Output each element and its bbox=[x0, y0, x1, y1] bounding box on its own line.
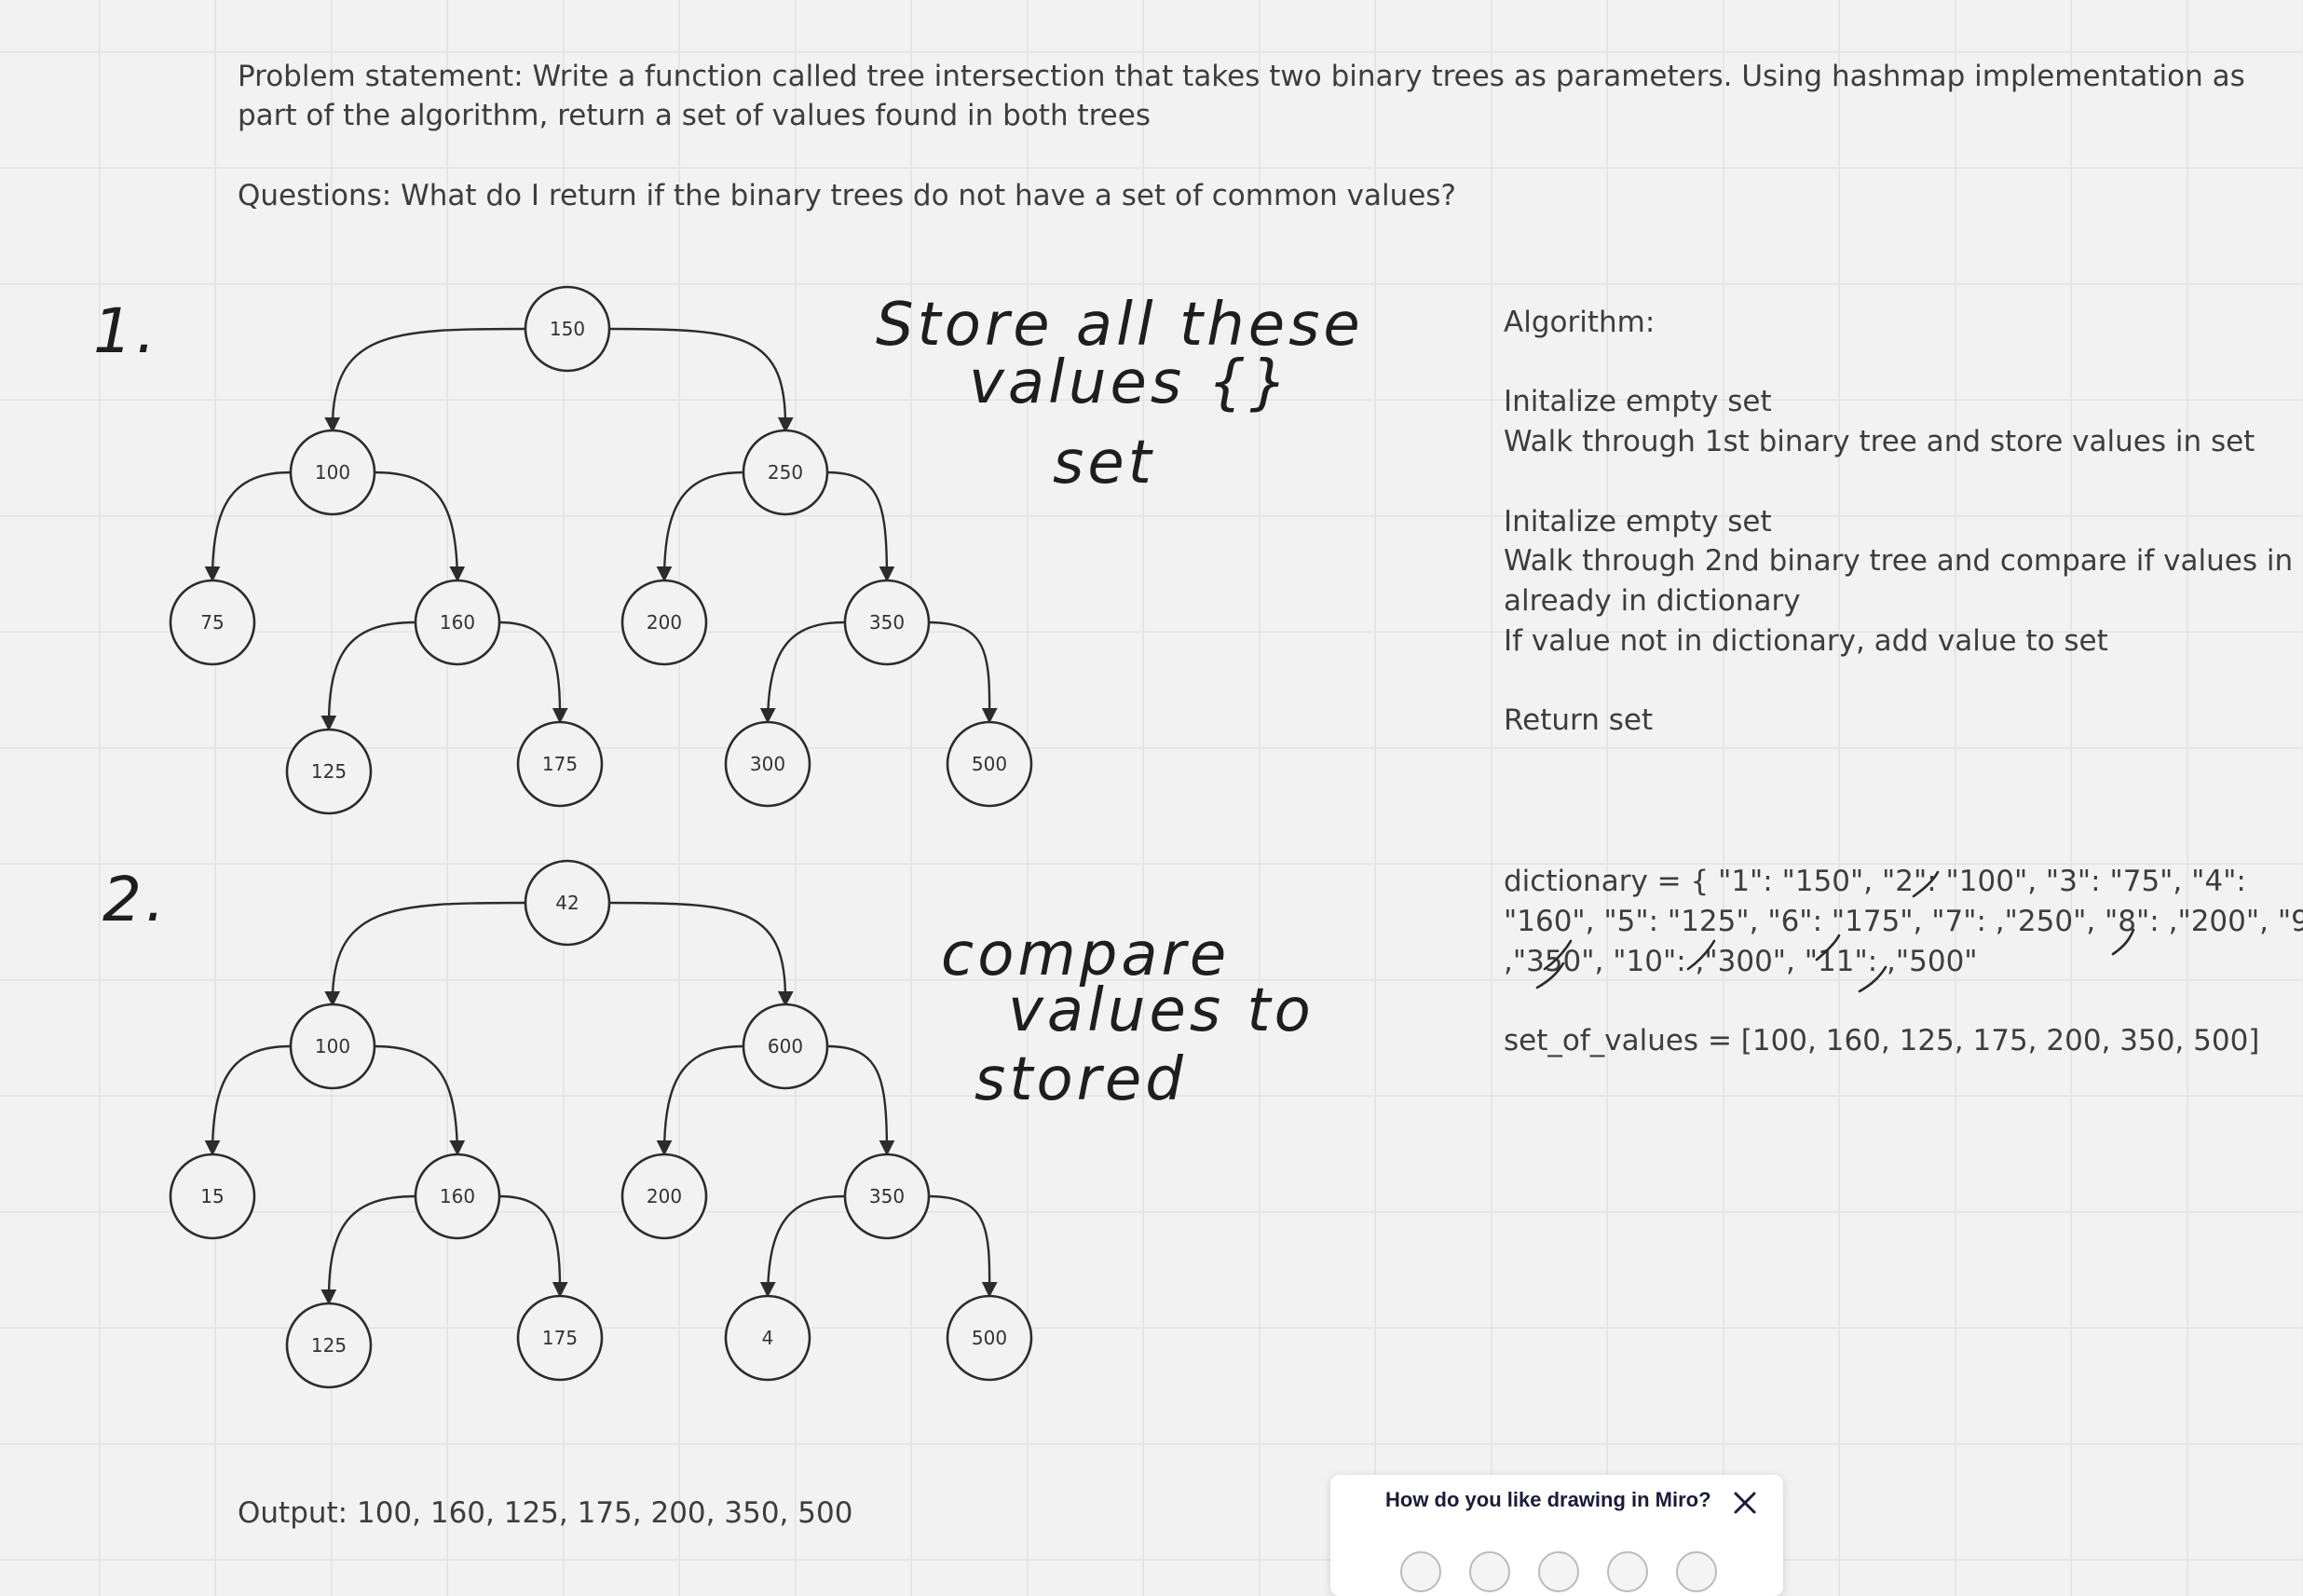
close-icon[interactable] bbox=[1732, 1490, 1758, 1516]
svg-text:160: 160 bbox=[440, 611, 475, 634]
tree-node[interactable]: 350 bbox=[843, 1153, 931, 1240]
tree-node[interactable]: 100 bbox=[289, 429, 376, 516]
tree-node[interactable]: 100 bbox=[289, 1003, 376, 1090]
tree-node[interactable]: 500 bbox=[946, 720, 1033, 808]
tree2-handwritten-note: compare values to stored bbox=[941, 921, 1315, 1114]
svg-text:100: 100 bbox=[315, 461, 350, 484]
rating-face-very-bad-icon[interactable] bbox=[1400, 1551, 1441, 1592]
tree1-nodes: 150 100 250 75 160 200 350 125 175 300 5… bbox=[169, 285, 1033, 815]
svg-text:stored: stored bbox=[974, 1045, 1187, 1114]
tree-node[interactable]: 500 bbox=[946, 1294, 1033, 1382]
tree-node[interactable]: 300 bbox=[724, 720, 811, 808]
svg-text:15: 15 bbox=[200, 1185, 224, 1207]
tree-node[interactable]: 600 bbox=[742, 1003, 829, 1090]
svg-text:300: 300 bbox=[750, 753, 785, 775]
rating-face-good-icon[interactable] bbox=[1607, 1551, 1648, 1592]
tree-node[interactable]: 125 bbox=[285, 728, 373, 815]
svg-text:100: 100 bbox=[315, 1035, 350, 1057]
tree-node[interactable]: 175 bbox=[516, 720, 604, 808]
tree-node[interactable]: 150 bbox=[524, 285, 611, 373]
rating-faces bbox=[1400, 1551, 1745, 1596]
tree1-edges bbox=[204, 327, 998, 731]
svg-text:500: 500 bbox=[972, 753, 1007, 775]
tree-node[interactable]: 75 bbox=[169, 579, 256, 666]
svg-text:350: 350 bbox=[869, 1185, 905, 1207]
svg-text:600: 600 bbox=[768, 1035, 803, 1057]
feedback-question: How do you like drawing in Miro? bbox=[1385, 1488, 1711, 1511]
svg-text:values to: values to bbox=[1008, 976, 1315, 1045]
svg-text:values {}: values {} bbox=[969, 348, 1291, 417]
svg-text:500: 500 bbox=[972, 1327, 1007, 1349]
tree-node[interactable]: 200 bbox=[620, 1153, 708, 1240]
drawing-feedback-popup: How do you like drawing in Miro? bbox=[1330, 1475, 1783, 1596]
tree2-edges bbox=[204, 901, 998, 1305]
svg-text:250: 250 bbox=[768, 461, 803, 484]
svg-text:75: 75 bbox=[200, 611, 224, 634]
svg-text:350: 350 bbox=[869, 611, 905, 634]
dictionary-check-marks bbox=[1535, 870, 2135, 993]
svg-text:4: 4 bbox=[762, 1327, 774, 1349]
tree-node[interactable]: 4 bbox=[724, 1294, 811, 1382]
tree-node[interactable]: 125 bbox=[285, 1302, 373, 1389]
svg-text:set: set bbox=[1053, 429, 1155, 498]
tree-node[interactable]: 175 bbox=[516, 1294, 604, 1382]
svg-text:125: 125 bbox=[311, 760, 347, 783]
tree-node[interactable]: 160 bbox=[414, 1153, 501, 1240]
tree-node[interactable]: 250 bbox=[742, 429, 829, 516]
tree-node[interactable]: 350 bbox=[843, 579, 931, 666]
whiteboard-canvas[interactable]: 150 100 250 75 160 200 350 125 175 300 5… bbox=[0, 0, 2303, 1570]
rating-face-very-good-icon[interactable] bbox=[1676, 1551, 1717, 1592]
tree2-marker: 2. bbox=[102, 864, 169, 935]
rating-face-bad-icon[interactable] bbox=[1469, 1551, 1510, 1592]
svg-text:175: 175 bbox=[542, 753, 578, 775]
svg-text:200: 200 bbox=[647, 1185, 682, 1207]
svg-text:160: 160 bbox=[440, 1185, 475, 1207]
tree2-nodes: 42 100 600 15 160 200 350 125 175 4 500 bbox=[169, 859, 1033, 1389]
tree-node[interactable]: 160 bbox=[414, 579, 501, 666]
rating-face-neutral-icon[interactable] bbox=[1538, 1551, 1579, 1592]
svg-text:42: 42 bbox=[555, 892, 579, 914]
tree1-marker: 1. bbox=[93, 295, 159, 367]
svg-text:200: 200 bbox=[647, 611, 682, 634]
tree-node[interactable]: 15 bbox=[169, 1153, 256, 1240]
tree-node[interactable]: 200 bbox=[620, 579, 708, 666]
svg-text:150: 150 bbox=[550, 318, 585, 340]
svg-text:175: 175 bbox=[542, 1327, 578, 1349]
svg-text:125: 125 bbox=[311, 1334, 347, 1357]
tree1-handwritten-note: Store all these values {} set bbox=[876, 291, 1360, 498]
tree-node[interactable]: 42 bbox=[524, 859, 611, 947]
